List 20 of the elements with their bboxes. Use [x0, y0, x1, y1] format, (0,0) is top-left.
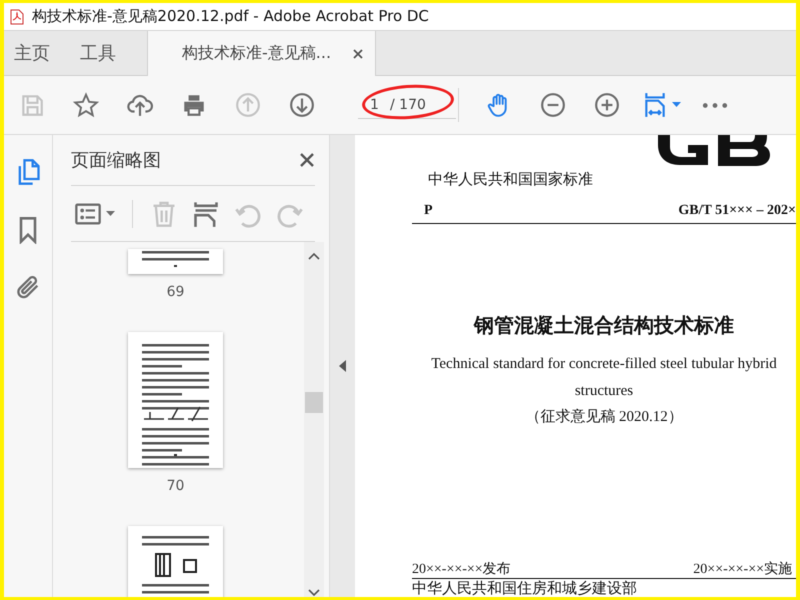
tab-label: 构技术标准-意见稿...	[182, 43, 332, 64]
nav-tab[interactable]: 主页	[4, 31, 60, 75]
issue-date: 20××-××-××发布	[412, 560, 511, 578]
english-title: Technical standard for concrete-filled steel tubular hybrid structures	[430, 355, 778, 401]
page-number-label: 70	[166, 478, 184, 494]
page-total: / 170	[390, 96, 426, 112]
panel-title: 页面缩略图	[71, 149, 161, 172]
category-code: P	[424, 203, 433, 219]
page-number-label: 69	[166, 284, 184, 300]
issuer: 中华人民共和国住房和城乡建设部	[412, 579, 638, 597]
page-number-value: 1	[370, 96, 380, 112]
effective-date: 20××-××-××实施	[693, 560, 792, 578]
edition-note: （征求意见稿 2020.12）	[524, 408, 684, 426]
nav-tab[interactable]: 工具	[70, 31, 126, 75]
page-number-field[interactable]: 1 / 170	[358, 92, 456, 118]
standard-heading: 中华人民共和国国家标准	[428, 170, 594, 189]
standard-number: GB/T 51××× – 202×	[678, 203, 796, 219]
window-title: 构技术标准-意见稿2020.12.pdf - Adobe Acrobat Pro DC	[32, 7, 429, 26]
document-title: 钢管混凝土混合结构技术标准	[472, 312, 735, 339]
document-tab[interactable]: 构技术标准-意见稿...	[147, 31, 376, 76]
